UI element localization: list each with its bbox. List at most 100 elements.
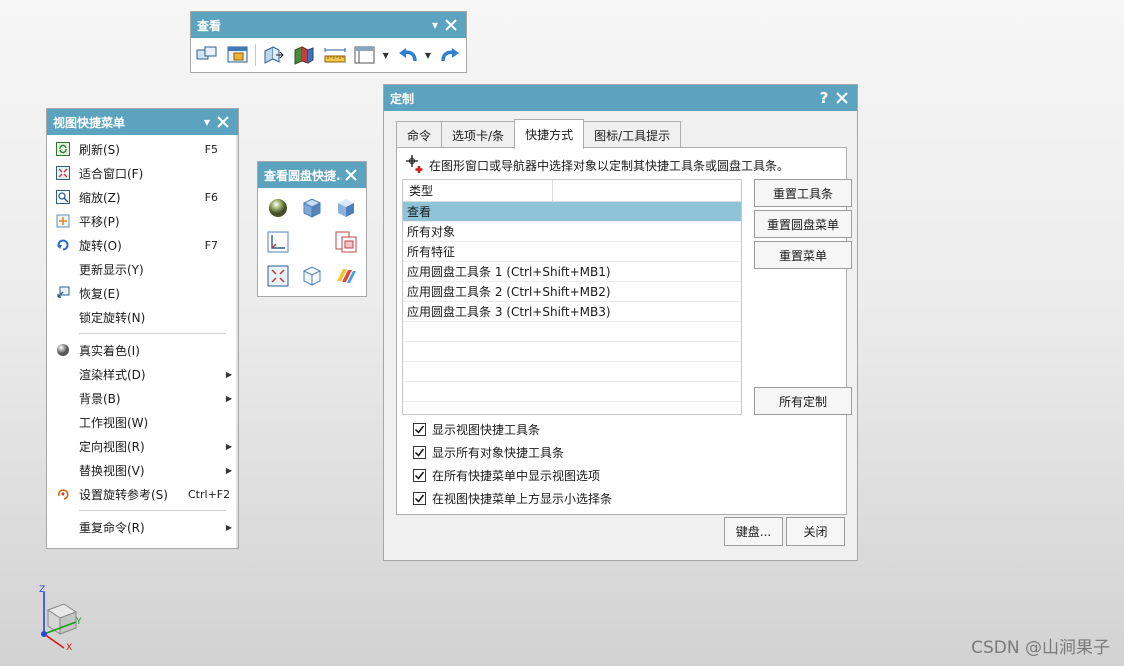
menu-item[interactable]: 锁定旋转(N) — [47, 305, 238, 329]
crosshair-select-icon — [405, 154, 425, 177]
close-button[interactable]: 关闭 — [786, 517, 845, 546]
table-header: 类型 — [403, 180, 741, 202]
menu-scroll-edge — [236, 135, 238, 548]
fit-window-icon[interactable] — [194, 42, 221, 68]
checkbox[interactable] — [413, 423, 426, 436]
checkbox-row[interactable]: 显示所有对象快捷工具条 — [413, 444, 564, 461]
submenu-arrow-icon: ▶ — [225, 465, 232, 475]
checkbox-row[interactable]: 显示视图快捷工具条 — [413, 421, 540, 438]
menu-separator — [79, 333, 226, 334]
menu-item[interactable]: 平移(P) — [47, 209, 238, 233]
table-row[interactable]: 所有特征 — [403, 242, 741, 262]
shortcuts-tab-body: 在图形窗口或导航器中选择对象以定制其快捷工具条或圆盘工具条。 类型 查看 所有对象… — [396, 147, 852, 515]
submenu-arrow-icon: ▶ — [225, 369, 232, 379]
refresh-icon — [47, 142, 79, 156]
checkbox[interactable] — [413, 492, 426, 505]
table-row-empty — [403, 322, 741, 342]
tab-commands[interactable]: 命令 — [396, 121, 443, 149]
close-icon[interactable] — [442, 16, 460, 34]
menu-item[interactable]: 渲染样式(D) ▶ — [47, 362, 238, 386]
redo-icon[interactable] — [436, 42, 463, 68]
menu-item[interactable]: 设置旋转参考(S) Ctrl+F2 — [47, 482, 238, 506]
menu-item[interactable]: 缩放(Z) F6 — [47, 185, 238, 209]
menu-item[interactable]: 适合窗口(F) — [47, 161, 238, 185]
view-triad[interactable]: Z Y X — [36, 584, 86, 653]
chevron-down-icon[interactable]: ▼ — [200, 118, 214, 127]
menu-item-label: 恢复(E) — [79, 286, 120, 301]
close-icon[interactable] — [833, 89, 851, 107]
customize-titlebar[interactable]: 定制 ? — [384, 85, 857, 111]
menu-item[interactable]: 重复命令(R) ▶ — [47, 515, 238, 539]
menu-item[interactable]: 背景(B) ▶ — [47, 386, 238, 410]
menu-item-shortcut: F6 — [204, 190, 218, 204]
checkbox-label: 显示视图快捷工具条 — [432, 423, 541, 437]
menu-item[interactable]: 恢复(E) — [47, 281, 238, 305]
wireframe-cube-icon[interactable] — [295, 259, 329, 293]
menu-separator — [79, 510, 226, 511]
table-row[interactable]: 所有对象 — [403, 222, 741, 242]
checkbox-row[interactable]: 在所有快捷菜单中显示视图选项 — [413, 467, 600, 484]
menu-item[interactable]: 更新显示(Y) — [47, 257, 238, 281]
shaded-sphere-icon[interactable] — [261, 191, 295, 225]
menu-item[interactable]: 替换视图(V) ▶ — [47, 458, 238, 482]
all-customize-button[interactable]: 所有定制 — [754, 387, 852, 415]
orient-axis-icon[interactable] — [261, 225, 295, 259]
window-layout-icon[interactable] — [352, 42, 379, 68]
menu-item-shortcut: Ctrl+F2 — [188, 487, 231, 501]
chevron-down-icon[interactable]: ▼ — [425, 51, 433, 60]
menu-item-label: 替换视图(V) — [79, 463, 145, 478]
menu-item-shortcut: F7 — [204, 238, 218, 252]
reset-toolbar-button[interactable]: 重置工具条 — [754, 179, 852, 207]
radial-titlebar[interactable]: 查看圆盘快捷... — [258, 162, 366, 188]
menu-item[interactable]: 刷新(S) F5 — [47, 137, 238, 161]
undo-icon[interactable] — [394, 42, 421, 68]
reset-radial-button[interactable]: 重置圆盘菜单 — [754, 210, 852, 238]
help-icon[interactable]: ? — [815, 89, 833, 107]
menu-item-label: 渲染样式(D) — [79, 367, 146, 382]
tab-icons-tooltips[interactable]: 图标/工具提示 — [583, 121, 682, 149]
tab-ribbon-bars[interactable]: 选项卡/条 — [441, 121, 516, 149]
menu-item[interactable]: 工作视图(W) — [47, 410, 238, 434]
checkbox[interactable] — [413, 446, 426, 459]
hint-row: 在图形窗口或导航器中选择对象以定制其快捷工具条或圆盘工具条。 — [405, 154, 789, 177]
studio-shading-icon[interactable] — [329, 259, 363, 293]
menu-item-label: 缩放(Z) — [79, 190, 121, 205]
table-rows: 查看 所有对象 所有特征 应用圆盘工具条 1 (Ctrl+Shift+MB1) 应用圆盘… — [403, 202, 741, 402]
close-icon[interactable] — [342, 166, 360, 184]
table-row[interactable]: 应用圆盘工具条 1 (Ctrl+Shift+MB1) — [403, 262, 741, 282]
quick-menu-title: 视图快捷菜单 — [53, 115, 126, 130]
menu-item-label: 平移(P) — [79, 214, 120, 229]
menu-item-label: 刷新(S) — [79, 142, 120, 157]
table-row[interactable]: 应用圆盘工具条 3 (Ctrl+Shift+MB3) — [403, 302, 741, 322]
table-row[interactable]: 查看 — [403, 202, 741, 222]
shaded-edges-cube-icon[interactable] — [329, 191, 363, 225]
clip-section-icon[interactable] — [260, 42, 287, 68]
column-header-type[interactable]: 类型 — [403, 180, 553, 201]
menu-item[interactable]: 旋转(O) F7 — [47, 233, 238, 257]
measure-icon[interactable] — [321, 42, 348, 68]
view-toolbar-title: 查看 — [197, 18, 222, 33]
checkbox-row[interactable]: 在视图快捷菜单上方显示小选择条 — [413, 490, 612, 507]
chevron-down-icon[interactable]: ▼ — [428, 21, 442, 30]
close-icon[interactable] — [214, 113, 232, 131]
checkmark-icon — [414, 471, 425, 480]
menu-item[interactable]: 真实着色(I) — [47, 338, 238, 362]
reset-menu-button[interactable]: 重置菜单 — [754, 241, 852, 269]
submenu-arrow-icon: ▶ — [225, 441, 232, 451]
checkbox[interactable] — [413, 469, 426, 482]
triad-z-label: Z — [39, 585, 45, 595]
layout-icon[interactable] — [329, 225, 363, 259]
shaded-cube-icon[interactable] — [295, 191, 329, 225]
quick-menu-titlebar[interactable]: 视图快捷菜单 ▼ — [47, 109, 238, 135]
fit-icon[interactable] — [261, 259, 295, 293]
rotate-icon — [47, 238, 79, 252]
view-toolbar-titlebar[interactable]: 查看 ▼ — [191, 12, 466, 38]
table-row[interactable]: 应用圆盘工具条 2 (Ctrl+Shift+MB2) — [403, 282, 741, 302]
menu-item[interactable]: 定向视图(R) ▶ — [47, 434, 238, 458]
section-view-icon[interactable] — [291, 42, 318, 68]
chevron-down-icon[interactable]: ▼ — [383, 51, 391, 60]
keyboard-button[interactable]: 键盘... — [724, 517, 783, 546]
tab-shortcuts[interactable]: 快捷方式 — [514, 119, 585, 149]
zoom-region-icon[interactable] — [225, 42, 252, 68]
submenu-arrow-icon: ▶ — [225, 522, 232, 532]
